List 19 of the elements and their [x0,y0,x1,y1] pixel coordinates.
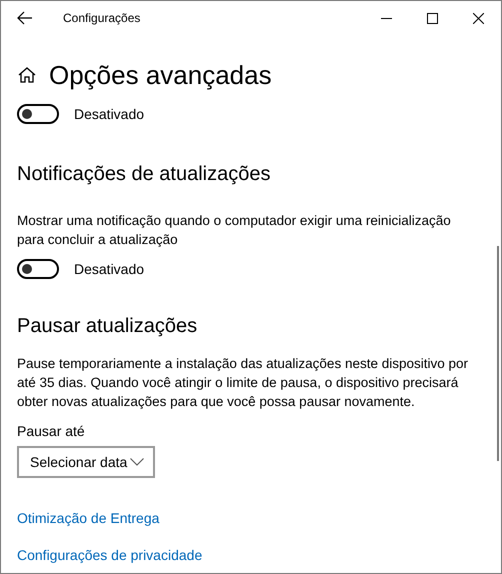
link[interactable]: Configurações de privacidade [17,547,202,563]
page-title: Opções avançadas [49,59,272,92]
toggle-label: Desativado [74,106,144,122]
link[interactable]: Otimização de Entrega [17,510,160,526]
section-description: Mostrar uma notificação quando o computador exigir uma reinicialização para concluir a atualização [17,212,452,249]
chevron-down-icon [130,458,144,466]
section-description: Pause temporariamente a instalação das atualizações neste dispositivo por até 35 dias. Quando você atingir o limite de pausa, o dispositivo precisará obter novas atualizações para que você possa pausar novamente. [17,355,470,411]
home-icon[interactable] [17,65,37,85]
toggle-switch[interactable] [17,259,59,279]
section-heading: Pausar atualizações [17,314,198,339]
date-dropdown[interactable]: Selecionar data [17,446,155,478]
window-title: Configurações [63,11,142,25]
maximize-icon[interactable] [426,12,438,24]
scroll-bar[interactable] [497,246,499,461]
toggle-label: Desativado [74,261,144,277]
close-icon[interactable] [472,12,484,24]
field-label: Pausar até [17,423,86,439]
toggle-switch[interactable] [17,104,59,124]
section-heading: Notificações de atualizações [17,162,272,187]
